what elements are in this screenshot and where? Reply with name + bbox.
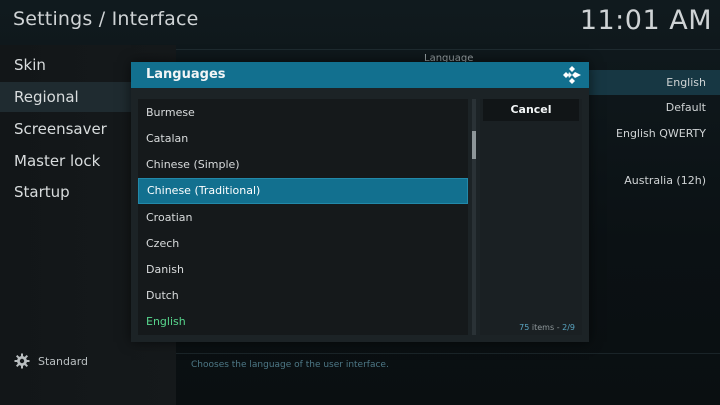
clock: 11:01 AM xyxy=(579,5,712,36)
list-item[interactable]: Catalan xyxy=(138,126,468,152)
dialog-header: Languages xyxy=(131,62,589,88)
language-list[interactable]: Burmese Catalan Chinese (Simple) Chinese… xyxy=(138,99,468,335)
list-item-focused[interactable]: Chinese (Traditional) xyxy=(138,178,468,204)
kodi-settings-screen: Settings / Interface 11:01 AM Skin Regio… xyxy=(0,0,720,405)
divider xyxy=(176,49,720,50)
page-title: Settings / Interface xyxy=(13,8,199,30)
item-count: 75 items - 2/9 xyxy=(519,323,575,332)
scrollbar-thumb[interactable] xyxy=(472,131,476,159)
list-item[interactable]: Croatian xyxy=(138,205,468,231)
setting-value: Default xyxy=(665,101,706,114)
list-item[interactable]: Dutch xyxy=(138,283,468,309)
list-item[interactable]: Burmese xyxy=(138,100,468,126)
settings-level-label: Standard xyxy=(38,354,89,368)
setting-value: English QWERTY xyxy=(616,127,706,140)
list-scrollbar[interactable] xyxy=(472,99,476,335)
dialog-title: Languages xyxy=(146,67,226,82)
items-word: items - xyxy=(529,323,563,332)
cancel-button[interactable]: Cancel xyxy=(483,99,579,121)
list-item[interactable]: Danish xyxy=(138,257,468,283)
list-item-selected[interactable]: English xyxy=(138,309,468,335)
setting-value: Australia (12h) xyxy=(624,174,706,187)
dialog-button-panel: Cancel 75 items - 2/9 xyxy=(480,99,582,335)
settings-level-button[interactable]: Standard xyxy=(14,351,88,371)
gear-icon xyxy=(14,353,30,369)
page-indicator: 2/9 xyxy=(562,323,575,332)
setting-description: Chooses the language of the user interfa… xyxy=(176,353,720,375)
list-item[interactable]: Chinese (Simple) xyxy=(138,152,468,178)
languages-dialog: Languages Burmese Catalan Chinese (Simpl… xyxy=(131,62,589,342)
list-item[interactable]: Czech xyxy=(138,231,468,257)
setting-value: English xyxy=(666,76,706,89)
kodi-logo-icon xyxy=(563,66,581,84)
item-total: 75 xyxy=(519,323,530,332)
